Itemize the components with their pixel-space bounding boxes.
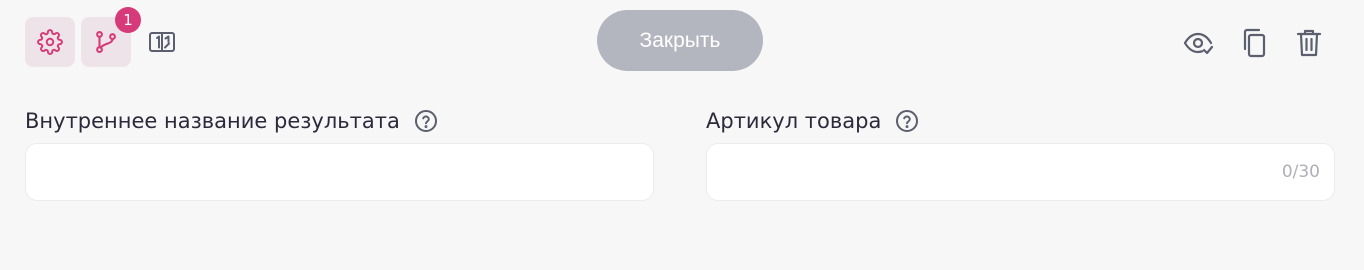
close-button[interactable]: Закрыть <box>597 10 763 71</box>
eye-check-icon <box>1183 32 1214 55</box>
branch-button[interactable]: 1 <box>81 7 141 67</box>
binary-toggle-button[interactable] <box>137 17 187 67</box>
sku-label-row: Артикул товара <box>706 106 919 136</box>
settings-button[interactable] <box>25 17 75 67</box>
sku-char-counter: 0/30 <box>1281 162 1320 182</box>
sku-field: 0/30 <box>706 143 1335 201</box>
internal-name-field <box>25 143 654 201</box>
gear-icon <box>37 29 63 55</box>
copy-icon <box>1243 28 1266 58</box>
copy-button[interactable] <box>1236 25 1272 61</box>
internal-name-label-row: Внутреннее название результата <box>25 106 438 136</box>
internal-name-input[interactable] <box>26 144 653 200</box>
sku-input[interactable] <box>707 144 1334 200</box>
delete-button[interactable] <box>1291 25 1327 61</box>
help-icon[interactable] <box>414 109 438 133</box>
internal-name-label: Внутреннее название результата <box>25 109 400 133</box>
preview-button[interactable] <box>1181 25 1217 61</box>
trash-icon <box>1296 29 1322 57</box>
help-icon[interactable] <box>895 109 919 133</box>
binary-toggle-icon <box>149 32 175 52</box>
sku-label: Артикул товара <box>706 109 882 133</box>
branch-icon <box>96 31 116 53</box>
